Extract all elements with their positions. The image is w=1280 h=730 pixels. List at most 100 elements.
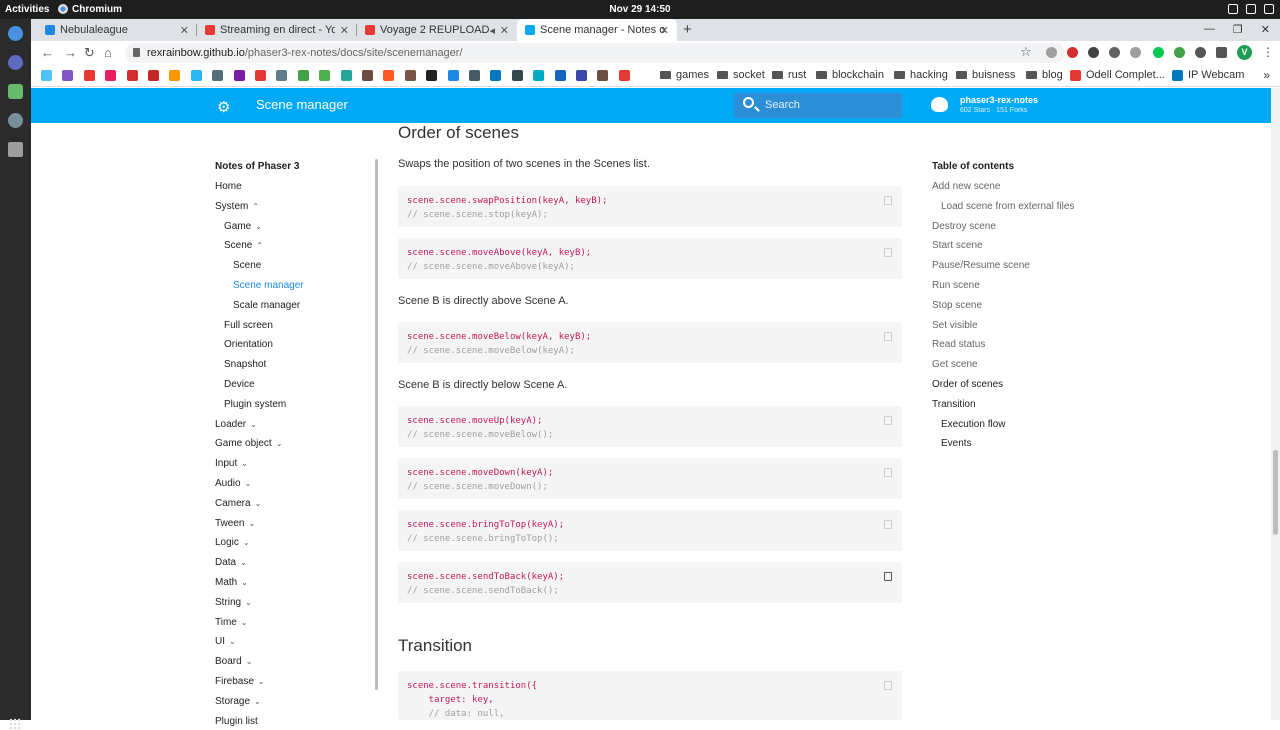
sidebar-item[interactable]: UI ⌄ — [215, 636, 236, 647]
extension-icon[interactable] — [1130, 47, 1141, 58]
bookmark-icon[interactable] — [190, 70, 202, 81]
sidebar-item[interactable]: Scale manager — [233, 300, 300, 311]
close-tab-icon[interactable]: ✕ — [500, 24, 509, 37]
bookmark-folder-blockchain[interactable]: blockchain — [816, 69, 884, 81]
system-tray[interactable] — [1228, 4, 1274, 14]
copy-icon[interactable] — [884, 572, 892, 581]
bookmark-icon[interactable] — [426, 70, 438, 81]
bookmark-icon[interactable] — [319, 70, 331, 81]
bookmark-icon[interactable] — [169, 70, 181, 81]
puzzle-icon[interactable] — [1195, 47, 1206, 58]
copy-icon[interactable] — [884, 468, 892, 477]
close-tab-icon[interactable]: ✕ — [180, 24, 189, 37]
bookmark-icon[interactable] — [597, 70, 609, 81]
toc-item[interactable]: Pause/Resume scene — [932, 260, 1030, 271]
bookmark-icon[interactable] — [105, 70, 117, 81]
sidebar-item[interactable]: Device — [224, 379, 255, 390]
sidebar-item[interactable]: Scene manager — [233, 280, 304, 291]
bookmark-icon[interactable] — [554, 70, 566, 81]
profile-avatar[interactable]: V — [1237, 45, 1252, 60]
bookmark-icon[interactable] — [276, 70, 288, 81]
toc-item[interactable]: Events — [941, 438, 972, 449]
bookmark-icon[interactable] — [383, 70, 395, 81]
maximize-icon[interactable]: ❐ — [1233, 23, 1243, 36]
bookmark-icon[interactable] — [404, 70, 416, 81]
sidebar-item[interactable]: Game object ⌄ — [215, 438, 282, 449]
sidebar-item[interactable]: Input ⌄ — [215, 458, 248, 469]
sidebar-item[interactable]: Scene — [233, 260, 261, 271]
sidebar-item[interactable]: Home — [215, 181, 242, 192]
toc-item[interactable]: Destroy scene — [932, 221, 996, 232]
toc-item[interactable]: Get scene — [932, 359, 978, 370]
bookmark-icon[interactable] — [41, 70, 52, 81]
sidebar-item[interactable]: Loader ⌄ — [215, 419, 257, 430]
bookmark-folder-buisness[interactable]: buisness — [956, 69, 1015, 81]
bookmark-star-icon[interactable]: ☆ — [1020, 44, 1032, 60]
clock[interactable]: Nov 29 14:50 — [0, 4, 1280, 15]
sidebar-item[interactable]: Orientation — [224, 339, 273, 350]
playlist-icon[interactable] — [1216, 47, 1227, 58]
sidebar-item[interactable]: Firebase ⌄ — [215, 676, 265, 687]
bookmark-icon[interactable] — [255, 70, 266, 81]
copy-icon[interactable] — [884, 681, 892, 690]
trash-dock-icon[interactable] — [8, 142, 23, 157]
copy-icon[interactable] — [884, 332, 892, 341]
sidebar-item[interactable]: Scene ⌃ — [224, 240, 263, 251]
scrollbar-thumb[interactable] — [1273, 450, 1278, 535]
toc-item[interactable]: Execution flow — [941, 419, 1005, 430]
toc-item[interactable]: Read status — [932, 339, 985, 350]
sidebar-scrollbar[interactable] — [375, 159, 378, 690]
bookmark-icon[interactable] — [233, 70, 245, 81]
sidebar-item[interactable]: Plugin system — [224, 399, 286, 410]
search-input[interactable]: Search — [734, 93, 902, 118]
extension-icon[interactable] — [1088, 47, 1099, 58]
sidebar-item[interactable]: Full screen — [224, 320, 273, 331]
sidebar-item[interactable]: Storage ⌄ — [215, 696, 261, 707]
sidebar-item[interactable]: Plugin list — [215, 716, 258, 727]
address-bar[interactable]: rexrainbow.github.io/phaser3-rex-notes/d… — [125, 43, 1065, 63]
back-icon[interactable]: ← — [41, 45, 54, 60]
bookmark-icon[interactable] — [469, 70, 480, 81]
home-icon[interactable]: ⌂ — [104, 45, 112, 60]
bookmark-icon[interactable] — [126, 70, 138, 81]
bookmark-icon[interactable] — [362, 70, 373, 81]
tab-scene-manager[interactable]: Scene manager - Notes o ✕ — [517, 19, 677, 41]
tab-streaming[interactable]: Streaming en direct - You ✕ — [197, 19, 357, 41]
bookmark-folder-hacking[interactable]: hacking — [894, 69, 948, 81]
toc-item[interactable]: Start scene — [932, 240, 983, 251]
bookmark-icon[interactable] — [576, 70, 587, 81]
chromium-dock-icon[interactable] — [8, 26, 23, 41]
page-scrollbar[interactable] — [1271, 88, 1280, 720]
extension-icon[interactable] — [1067, 47, 1078, 58]
bookmark-folder-games[interactable]: games — [660, 69, 709, 81]
copy-icon[interactable] — [884, 520, 892, 529]
sidebar-item[interactable]: Snapshot — [224, 359, 266, 370]
app-dock-icon[interactable] — [8, 55, 23, 70]
close-window-icon[interactable]: ✕ — [1261, 23, 1270, 36]
bookmark-icon[interactable] — [62, 70, 74, 81]
sidebar-item[interactable]: Board ⌄ — [215, 656, 252, 667]
sidebar-item[interactable]: Logic ⌄ — [215, 537, 250, 548]
toc-item[interactable]: Run scene — [932, 280, 980, 291]
bookmark-icon[interactable] — [340, 70, 352, 81]
extension-icon[interactable] — [1174, 47, 1185, 58]
minimize-icon[interactable]: — — [1204, 23, 1215, 36]
sidebar-item[interactable]: System ⌃ — [215, 201, 259, 212]
menu-icon[interactable]: ⋮ — [1262, 45, 1274, 59]
bookmark-icon[interactable] — [533, 70, 545, 81]
bookmark-icon[interactable] — [490, 70, 502, 81]
toc-item[interactable]: Add new scene — [932, 181, 1000, 192]
close-tab-icon[interactable]: ✕ — [660, 24, 669, 37]
bookmark-odell[interactable]: Odell Complet... — [1070, 69, 1165, 81]
more-bookmarks-icon[interactable]: » — [1263, 68, 1270, 82]
audio-icon[interactable]: ◂ — [489, 24, 495, 37]
sidebar-item[interactable]: Camera ⌄ — [215, 498, 261, 509]
sidebar-item[interactable]: Game ⌄ — [224, 221, 262, 232]
bookmark-icon[interactable] — [83, 70, 95, 81]
tab-voyage[interactable]: Voyage 2 REUPLOAD ◂ ✕ — [357, 19, 517, 41]
bookmark-ipwebcam[interactable]: IP Webcam — [1172, 69, 1244, 81]
bookmark-icon[interactable] — [148, 70, 159, 81]
forward-icon[interactable]: → — [64, 45, 77, 60]
extension-icon[interactable] — [1109, 47, 1120, 58]
toc-item[interactable]: Order of scenes — [932, 379, 1003, 390]
